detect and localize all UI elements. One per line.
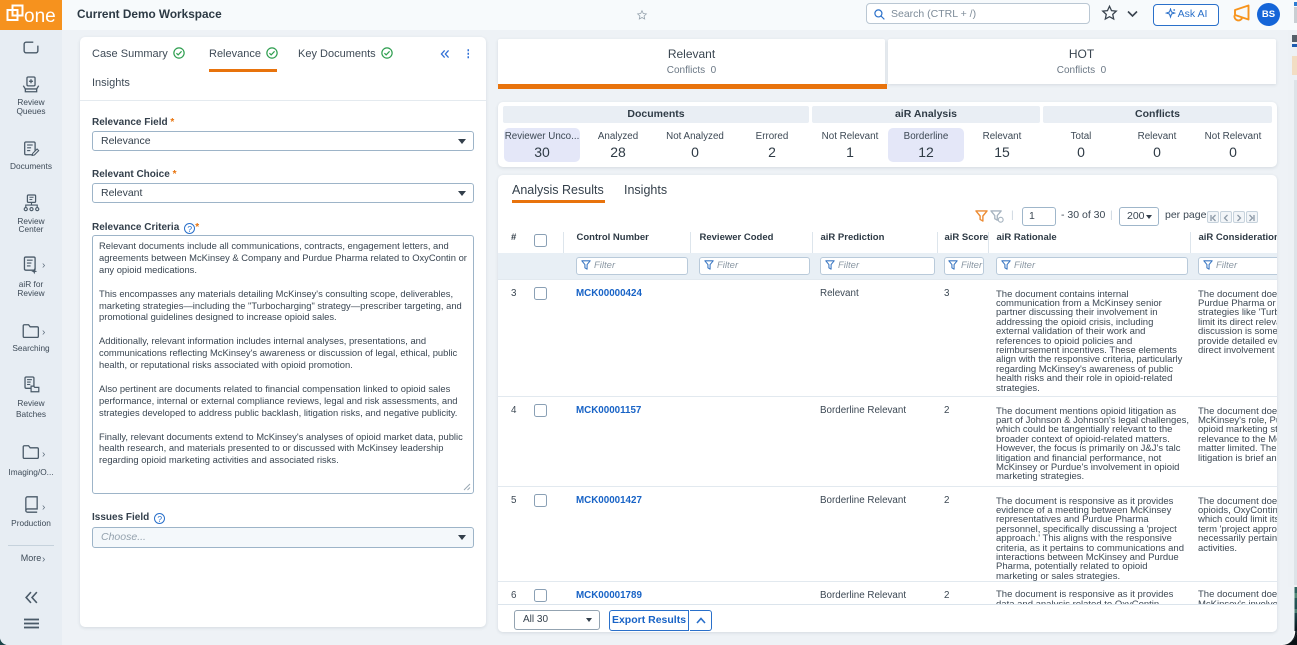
svg-text:one: one — [24, 6, 56, 27]
